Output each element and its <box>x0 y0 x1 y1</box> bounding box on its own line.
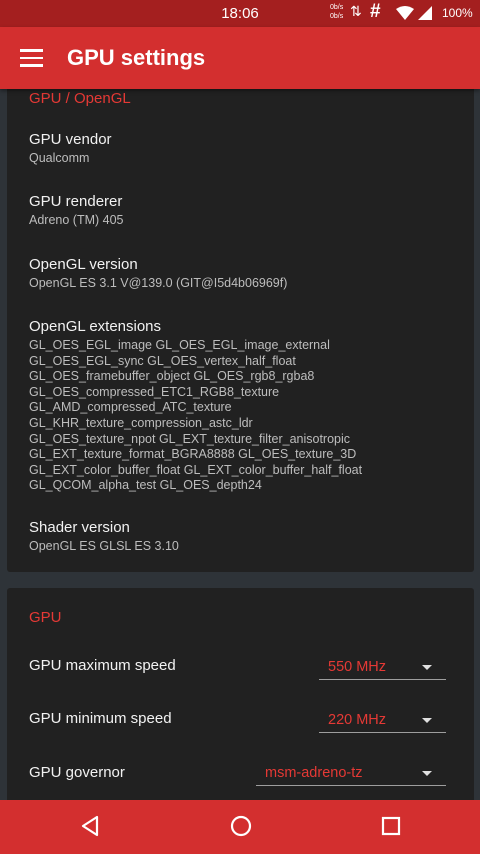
back-icon[interactable] <box>79 814 101 843</box>
extension-line: GL_EXT_color_buffer_float GL_EXT_color_b… <box>29 462 363 477</box>
opengl-extensions-value: GL_OES_EGL_image GL_OES_EGL_image_extern… <box>29 338 362 494</box>
settings-content[interactable]: GPU / OpenGL GPU vendor Qualcomm GPU ren… <box>0 89 480 800</box>
status-bar: 18:06 0b/s 0b/s ⇅ # 100% <box>0 0 480 27</box>
extension-line: GL_QCOM_alpha_test GL_OES_depth24 <box>29 478 262 493</box>
gpu-min-speed-value: 220 MHz <box>328 712 387 728</box>
gpu-renderer-value: Adreno (TM) 405 <box>29 213 124 227</box>
gpu-section-header: GPU <box>29 609 62 626</box>
shader-version-title: Shader version <box>29 519 130 536</box>
hash-icon: # <box>370 1 381 22</box>
extension-line: GL_OES_framebuffer_object GL_OES_rgb8_rg… <box>29 369 315 384</box>
extension-line: GL_OES_EGL_image GL_OES_EGL_image_extern… <box>29 338 330 352</box>
gpu-max-speed-dropdown[interactable]: 550 MHz <box>319 654 446 680</box>
page-title: GPU settings <box>67 45 206 70</box>
gpu-governor-dropdown[interactable]: msm-adreno-tz <box>256 760 446 786</box>
system-navigation-bar <box>0 800 480 854</box>
app-toolbar: GPU settings <box>0 27 480 89</box>
extension-line: GL_OES_compressed_ETC1_RGB8_texture <box>29 384 280 399</box>
shader-version-value: OpenGL ES GLSL ES 3.10 <box>29 539 179 553</box>
recents-icon[interactable] <box>380 814 402 843</box>
wifi-icon <box>396 6 414 23</box>
dropdown-arrow-icon <box>422 665 432 670</box>
gpu-renderer-title: GPU renderer <box>29 193 123 210</box>
dropdown-arrow-icon <box>422 718 432 723</box>
opengl-extensions-title: OpenGL extensions <box>29 318 162 335</box>
gpu-card: GPU GPU maximum speed 550 MHz GPU minimu… <box>7 588 474 800</box>
opengl-card: GPU / OpenGL GPU vendor Qualcomm GPU ren… <box>7 89 474 572</box>
opengl-section-header: GPU / OpenGL <box>29 90 131 107</box>
home-icon[interactable] <box>229 814 253 843</box>
extension-line: GL_OES_texture_npot GL_EXT_texture_filte… <box>29 431 351 446</box>
extension-line: GL_EXT_texture_format_BGRA8888 GL_OES_te… <box>29 447 357 462</box>
extension-line: GL_AMD_compressed_ATC_texture <box>29 400 232 415</box>
hamburger-menu-icon[interactable] <box>20 49 43 67</box>
gpu-max-speed-value: 550 MHz <box>328 659 387 675</box>
opengl-version-value: OpenGL ES 3.1 V@139.0 (GIT@I5d4b06969f) <box>29 276 288 290</box>
opengl-version-title: OpenGL version <box>29 256 138 273</box>
data-transfer-icon: ⇅ <box>350 3 362 19</box>
gpu-vendor-title: GPU vendor <box>29 131 112 148</box>
gpu-governor-label: GPU governor <box>29 764 125 781</box>
dropdown-arrow-icon <box>422 771 432 776</box>
net-speed-up: 0b/s <box>330 4 344 11</box>
gpu-max-speed-label: GPU maximum speed <box>29 657 176 674</box>
extension-line: GL_OES_EGL_sync GL_OES_vertex_half_float <box>29 353 296 368</box>
gpu-governor-value: msm-adreno-tz <box>265 765 363 781</box>
net-speed-down: 0b/s <box>330 13 344 20</box>
gpu-vendor-value: Qualcomm <box>29 151 90 165</box>
battery-level: 100% <box>442 6 473 20</box>
network-speed: 0b/s 0b/s <box>330 3 343 21</box>
extension-line: GL_KHR_texture_compression_astc_ldr <box>29 415 253 430</box>
gpu-min-speed-dropdown[interactable]: 220 MHz <box>319 707 446 733</box>
signal-icon <box>418 6 432 23</box>
gpu-min-speed-label: GPU minimum speed <box>29 710 172 727</box>
